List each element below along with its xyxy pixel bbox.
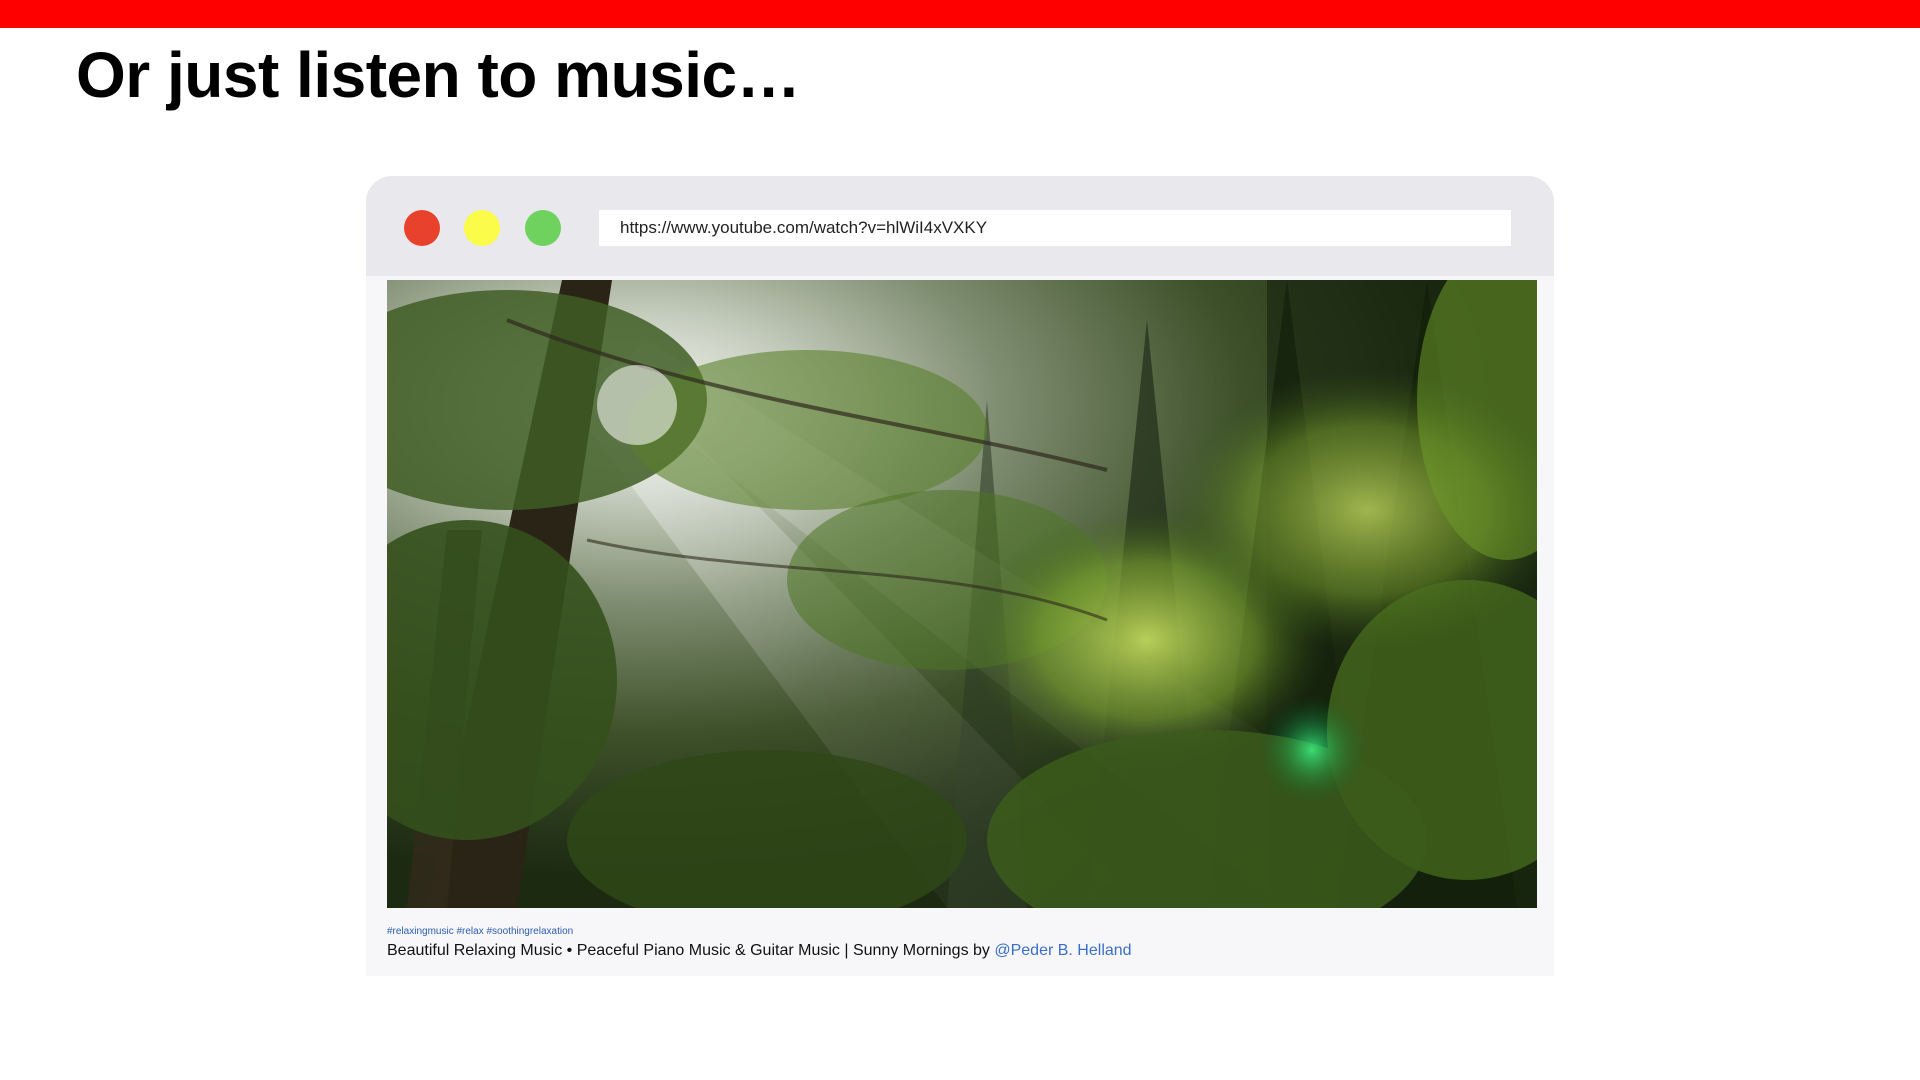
hashtag-links[interactable]: #relaxingmusic #relax #soothingrelaxatio… bbox=[387, 926, 1537, 938]
address-bar[interactable]: https://www.youtube.com/watch?v=hlWiI4xV… bbox=[599, 210, 1511, 246]
minimize-window-button[interactable] bbox=[464, 210, 500, 246]
channel-link[interactable]: @Peder B. Helland bbox=[994, 942, 1131, 959]
video-player[interactable] bbox=[387, 280, 1537, 908]
slide-title: Or just listen to music… bbox=[76, 39, 801, 111]
close-window-button[interactable] bbox=[404, 210, 440, 246]
video-title: Beautiful Relaxing Music • Peaceful Pian… bbox=[387, 942, 995, 959]
slide: Or just listen to music… https://www.you… bbox=[0, 0, 1920, 1080]
browser-toolbar: https://www.youtube.com/watch?v=hlWiI4xV… bbox=[366, 176, 1554, 276]
top-accent-bar bbox=[0, 0, 1920, 28]
browser-window: https://www.youtube.com/watch?v=hlWiI4xV… bbox=[366, 176, 1554, 976]
forest-sunlight-image bbox=[387, 280, 1537, 908]
maximize-window-button[interactable] bbox=[525, 210, 561, 246]
video-title-line: Beautiful Relaxing Music • Peaceful Pian… bbox=[387, 940, 1537, 962]
video-info: #relaxingmusic #relax #soothingrelaxatio… bbox=[387, 926, 1537, 962]
